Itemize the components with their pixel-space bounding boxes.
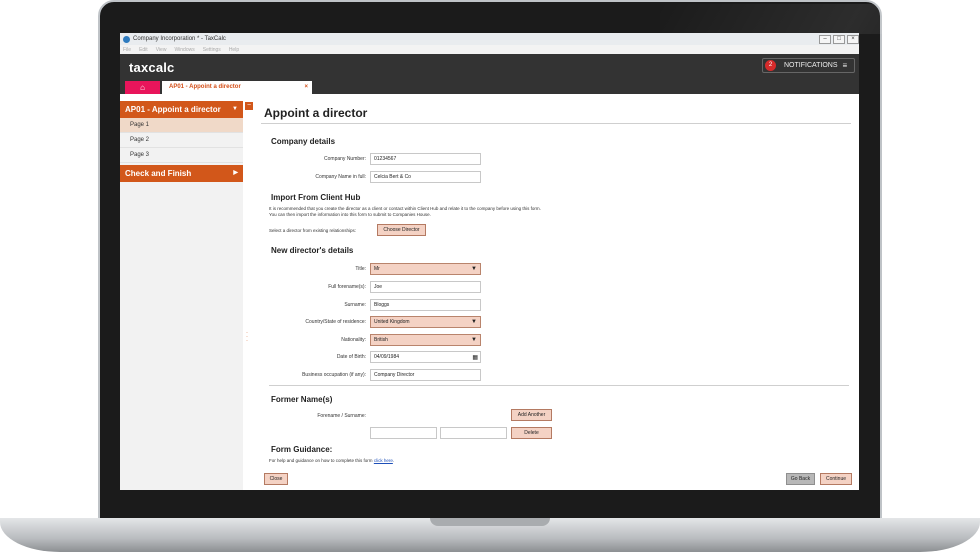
company-name-label: Company Name in full: (315, 174, 366, 180)
title-value: Mr (374, 266, 380, 272)
tab-strip: ⌂ AP01 - Appoint a director × (120, 81, 859, 94)
window-titlebar: Company Incorporation * - TaxCalc – □ × (120, 33, 859, 45)
sidebar-form-header[interactable]: AP01 - Appoint a director ▼ (120, 101, 243, 118)
notifications-label: NOTIFICATIONS (784, 62, 838, 69)
go-back-button[interactable]: Go Back (786, 473, 815, 485)
dob-label: Date of Birth: (336, 354, 366, 360)
forename-label: Full forename(s): (328, 284, 366, 290)
collapse-sidebar-icon[interactable]: − (245, 102, 253, 110)
country-select[interactable]: United Kingdom ▼ (370, 316, 481, 328)
close-icon[interactable]: × (847, 34, 859, 44)
home-tab[interactable]: ⌂ (125, 81, 160, 94)
nationality-select[interactable]: British ▼ (370, 334, 481, 346)
company-name-field[interactable]: Celcia Bert & Co (370, 171, 481, 183)
former-names-heading: Former Name(s) (271, 395, 333, 404)
app-body: AP01 - Appoint a director ▼ Page 1 Page … (120, 94, 859, 490)
app-header: taxcalc 2 NOTIFICATIONS ≡ (120, 54, 859, 81)
country-value: United Kingdom (374, 319, 410, 325)
sidebar-check-label: Check and Finish (125, 169, 192, 178)
title-select[interactable]: Mr ▼ (370, 263, 481, 275)
tab-ap01[interactable]: AP01 - Appoint a director × (162, 81, 312, 94)
calendar-icon[interactable]: ▦ (472, 353, 478, 363)
form-guidance-heading: Form Guidance: (271, 445, 333, 454)
tab-label: AP01 - Appoint a director (169, 84, 241, 90)
country-label: Country/State of residence: (305, 319, 366, 325)
add-another-button[interactable]: Add Another (511, 409, 552, 421)
company-number-label: Company Number: (324, 156, 366, 162)
import-note-1: It is recommended that you create the di… (269, 206, 541, 211)
caret-down-icon: ▼ (471, 337, 477, 343)
laptop-notch (430, 518, 550, 526)
select-director-label: Select a director from existing relation… (269, 228, 357, 233)
menu-view[interactable]: View (156, 47, 167, 53)
guidance-text: For help and guidance on how to complete… (269, 458, 394, 463)
menu-bar: File Edit View Windows Settings Help (120, 45, 859, 54)
menu-windows[interactable]: Windows (174, 47, 194, 53)
caret-down-icon: ▼ (471, 266, 477, 272)
import-note-2: You can then import the information into… (269, 212, 431, 217)
laptop-frame: Company Incorporation * - TaxCalc – □ × … (0, 0, 980, 552)
app-icon (123, 35, 130, 43)
notification-count-badge: 2 (765, 60, 776, 71)
new-director-heading: New director's details (271, 246, 354, 255)
sidebar: AP01 - Appoint a director ▼ Page 1 Page … (120, 101, 243, 490)
occupation-label: Business occupation (if any): (302, 372, 366, 378)
former-surname-field[interactable] (440, 427, 507, 439)
menu-icon: ≡ (842, 61, 848, 70)
main-content: Appoint a director Company details Compa… (261, 94, 859, 490)
choose-director-button[interactable]: Choose Director (377, 224, 426, 236)
resize-handle[interactable]: · · · (246, 330, 249, 344)
surname-field[interactable]: Bloggs (370, 299, 481, 311)
caret-down-icon: ▼ (471, 319, 477, 325)
sidebar-item-page-2[interactable]: Page 2 (120, 133, 243, 148)
sidebar-form-label: AP01 - Appoint a director (125, 105, 221, 114)
import-heading: Import From Client Hub (271, 193, 361, 202)
nationality-label: Nationality: (341, 337, 366, 343)
guidance-link[interactable]: click here (374, 458, 393, 463)
chevron-down-icon: ▼ (232, 106, 238, 112)
continue-button[interactable]: Continue (820, 473, 852, 485)
minimize-icon[interactable]: – (819, 34, 831, 44)
taxcalc-logo: taxcalc (129, 60, 175, 75)
menu-settings[interactable]: Settings (203, 47, 221, 53)
dob-field[interactable]: 04/09/1984 ▦ (370, 351, 481, 363)
sidebar-item-page-3[interactable]: Page 3 (120, 148, 243, 163)
section-divider (269, 385, 849, 386)
sidebar-check-finish[interactable]: Check and Finish ▶ (120, 165, 243, 182)
menu-help[interactable]: Help (229, 47, 239, 53)
company-number-field[interactable]: 01234567 (370, 153, 481, 165)
sidebar-item-page-1[interactable]: Page 1 (120, 118, 243, 133)
dob-value: 04/09/1984 (374, 354, 400, 360)
nationality-value: British (374, 337, 388, 343)
page-title: Appoint a director (261, 94, 851, 124)
home-icon: ⌂ (140, 83, 145, 92)
menu-file[interactable]: File (123, 47, 131, 53)
occupation-field[interactable]: Company Director (370, 369, 481, 381)
delete-button[interactable]: Delete (511, 427, 552, 439)
forename-field[interactable]: Joe (370, 281, 481, 293)
guidance-text-body: For help and guidance on how to complete… (269, 458, 373, 463)
title-label: Title: (355, 266, 366, 272)
guidance-text-end: . (392, 458, 395, 463)
app-window: Company Incorporation * - TaxCalc – □ × … (120, 33, 859, 490)
menu-edit[interactable]: Edit (139, 47, 148, 53)
chevron-right-icon: ▶ (233, 170, 238, 176)
window-title: Company Incorporation * - TaxCalc (133, 36, 226, 42)
surname-label: Surname: (344, 302, 366, 308)
former-name-label: Forename / Surname: (317, 413, 366, 419)
maximize-icon[interactable]: □ (833, 34, 845, 44)
tab-close-icon[interactable]: × (304, 81, 308, 94)
close-button[interactable]: Close (264, 473, 288, 485)
company-details-heading: Company details (271, 137, 336, 146)
former-forename-field[interactable] (370, 427, 437, 439)
notifications-button[interactable]: 2 NOTIFICATIONS ≡ (762, 58, 855, 73)
